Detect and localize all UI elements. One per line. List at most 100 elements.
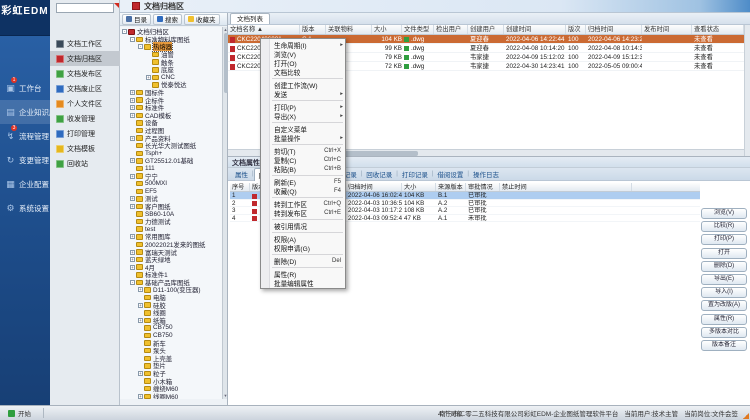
tree-node[interactable]: +SB60-10A: [122, 210, 223, 218]
menu-item-粘贴(B)[interactable]: 粘贴(B)Ctrl+B: [261, 164, 345, 173]
props-tab-回收记录[interactable]: 回收记录: [362, 168, 396, 180]
tree-tab-搜索[interactable]: 搜索: [153, 14, 182, 25]
column-header[interactable]: 版次: [566, 25, 586, 34]
tree-node[interactable]: +长光华大测试图纸: [122, 142, 223, 150]
sidebar-item-企业配置[interactable]: ▦企业配置: [0, 172, 50, 196]
props-tab-借阅设置[interactable]: 借阅设置: [433, 168, 467, 180]
column-header[interactable]: 文件类型: [402, 25, 434, 34]
tree-node[interactable]: +过程图: [122, 127, 223, 135]
menu-item-被引用情况[interactable]: 被引用情况: [261, 221, 345, 230]
sidebar-item-变更管理[interactable]: ↻变更管理: [0, 148, 50, 172]
expand-icon[interactable]: +: [138, 371, 143, 376]
tree-node[interactable]: +泵头: [122, 347, 223, 355]
action-button-导入(I)[interactable]: 导入(I): [701, 287, 747, 298]
tree-node[interactable]: +设备: [122, 119, 223, 127]
action-button-导出(E)[interactable]: 导出(E): [701, 274, 747, 285]
collapse-icon[interactable]: -: [130, 280, 135, 285]
column-header[interactable]: 归档时间: [586, 25, 642, 34]
expand-icon[interactable]: +: [130, 136, 135, 141]
expand-icon[interactable]: +: [138, 394, 143, 399]
column-header[interactable]: 创建时间: [504, 25, 566, 34]
collapse-icon[interactable]: -: [130, 37, 135, 42]
resize-grip[interactable]: [743, 413, 749, 419]
tree-node[interactable]: +蓝天绿地: [122, 256, 223, 264]
column-header[interactable]: 发布时间: [642, 25, 692, 34]
expand-icon[interactable]: +: [130, 113, 135, 118]
action-button-置为改版(A)[interactable]: 置为改版(A): [701, 300, 747, 311]
module-item-个人文件区[interactable]: 个人文件区: [50, 96, 120, 111]
tree-node[interactable]: +底座: [122, 66, 223, 74]
column-header[interactable]: 创建用户: [468, 25, 504, 34]
tree-node[interactable]: +上壳盖: [122, 355, 223, 363]
props-tab-操作日志[interactable]: 操作日志: [469, 168, 503, 180]
tree-node[interactable]: +垫片: [122, 362, 223, 370]
tree-node[interactable]: +硅胶: [122, 301, 223, 309]
file-table-vscrollbar[interactable]: [744, 25, 750, 156]
column-header[interactable]: 禁止时间: [500, 183, 632, 191]
module-item-回收站[interactable]: 回收站: [50, 156, 120, 171]
sidebar-item-工作台[interactable]: ▣1工作台: [0, 76, 50, 100]
tree-node[interactable]: +500MXI: [122, 180, 223, 188]
tree-node[interactable]: +线圈: [122, 309, 223, 317]
action-button-删除(D)[interactable]: 删除(D): [701, 261, 747, 272]
tree-tab-目录[interactable]: 目录: [122, 14, 151, 25]
column-header[interactable]: 版本: [300, 25, 326, 34]
module-item-收发管理[interactable]: 收发管理: [50, 111, 120, 126]
props-tab-打印记录[interactable]: 打印记录: [398, 168, 432, 180]
column-header[interactable]: 查看状态: [692, 25, 744, 34]
tree-node[interactable]: +力德测试: [122, 218, 223, 226]
action-button-打印(P)[interactable]: 打印(P): [701, 234, 747, 245]
tree-node[interactable]: +宁宁: [122, 172, 223, 180]
start-button[interactable]: 开始: [0, 406, 39, 420]
tree-node[interactable]: +CB750: [122, 324, 223, 332]
expand-icon[interactable]: +: [138, 303, 143, 308]
module-item-文档废止区[interactable]: 文档废止区: [50, 81, 120, 96]
tree-tab-收藏夹[interactable]: 收藏夹: [184, 14, 220, 25]
search-flag-icon[interactable]: [114, 3, 119, 8]
menu-item-权限申请(G)[interactable]: 权限申请(G): [261, 243, 345, 252]
action-button-打开[interactable]: 打开: [701, 248, 747, 259]
tree-node[interactable]: +纸箱: [122, 317, 223, 325]
tree-node[interactable]: +悦泰悦达: [122, 81, 223, 89]
tree-node[interactable]: +4月: [122, 263, 223, 271]
expand-icon[interactable]: +: [130, 158, 135, 163]
expand-icon[interactable]: +: [130, 257, 135, 262]
action-button-版本备注[interactable]: 版本备注: [701, 340, 747, 351]
expand-icon[interactable]: +: [130, 98, 135, 103]
props-tab-属性[interactable]: 属性: [231, 168, 252, 180]
menu-item-批量操作[interactable]: 批量操作▸: [261, 133, 345, 142]
action-button-属性(R)[interactable]: 属性(R): [701, 314, 747, 325]
sidebar-item-流程管理[interactable]: ↯3流程管理: [0, 124, 50, 148]
tree-node[interactable]: +测试: [122, 195, 223, 203]
action-button-多版本对比[interactable]: 多版本对比: [701, 327, 747, 338]
tree-node[interactable]: +国标件: [122, 89, 223, 97]
column-header[interactable]: 大小: [402, 183, 436, 191]
tree-node[interactable]: +CAD模板: [122, 112, 223, 120]
tab-file-list[interactable]: 文档列表: [230, 13, 270, 24]
sidebar-item-系统设置[interactable]: ⚙系统设置: [0, 196, 50, 220]
expand-icon[interactable]: +: [130, 90, 135, 95]
sidebar-item-企业知识库[interactable]: ▤企业知识库: [0, 100, 50, 124]
menu-item-文档比较[interactable]: 文档比较: [261, 67, 345, 76]
action-button-浏览(V)[interactable]: 浏览(V): [701, 208, 747, 219]
menu-item-收藏(Q)[interactable]: 收藏(Q)F4: [261, 186, 345, 195]
menu-item-批量编辑属性[interactable]: 批量编辑属性: [261, 278, 345, 287]
expand-icon[interactable]: +: [138, 287, 143, 292]
column-header[interactable]: 关联物料: [326, 25, 372, 34]
expand-icon[interactable]: +: [130, 250, 135, 255]
tree-node[interactable]: +标准件: [122, 104, 223, 112]
menu-item-发送[interactable]: 发送▸: [261, 89, 345, 98]
column-header[interactable]: 检出用户: [434, 25, 468, 34]
column-header[interactable]: 大小: [372, 25, 402, 34]
expand-icon[interactable]: +: [130, 174, 135, 179]
expand-icon[interactable]: +: [130, 204, 135, 209]
tree-node[interactable]: +新车: [122, 339, 223, 347]
expand-icon[interactable]: +: [130, 105, 135, 110]
tree-node[interactable]: +电脑: [122, 294, 223, 302]
menu-item-导出(X)[interactable]: 导出(X)▸: [261, 111, 345, 120]
module-item-文档工作区[interactable]: 文档工作区: [50, 36, 120, 51]
column-header[interactable]: 归档时间: [346, 183, 402, 191]
tree-node[interactable]: +CB750: [122, 332, 223, 340]
collapse-icon[interactable]: -: [122, 29, 127, 34]
module-item-文档发布区[interactable]: 文档发布区: [50, 66, 120, 81]
